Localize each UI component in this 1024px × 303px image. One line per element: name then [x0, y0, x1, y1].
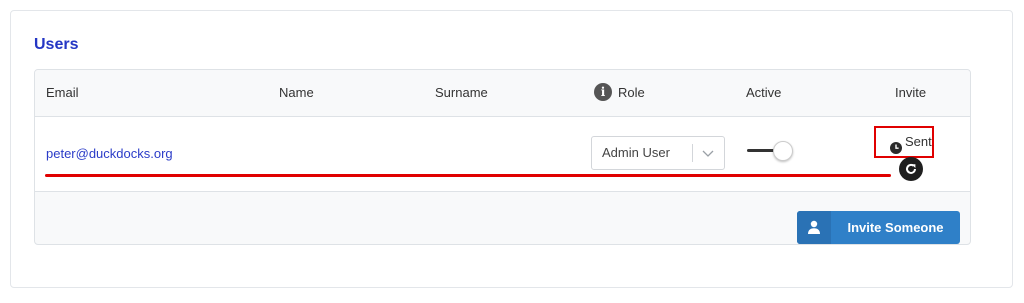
- header-invite: Invite: [895, 85, 927, 100]
- section-title: Users: [34, 36, 79, 53]
- header-email: Email: [46, 85, 79, 100]
- header-role: i Role: [594, 70, 645, 116]
- user-email-link[interactable]: peter@duckdocks.org: [46, 146, 173, 161]
- clock-icon: [890, 136, 902, 154]
- table-header: Email Name Surname i Role Active Invite: [35, 70, 970, 117]
- header-surname: Surname: [435, 85, 488, 100]
- user-icon: [797, 211, 831, 244]
- resend-invite-button[interactable]: [899, 157, 923, 181]
- chevron-down-icon: [700, 145, 716, 161]
- highlight-underline: [45, 174, 891, 177]
- header-role-label: Role: [618, 85, 645, 100]
- invite-status-highlight: Sent: [874, 126, 934, 158]
- table-row: peter@duckdocks.org Admin User Sent: [35, 117, 970, 192]
- toggle-knob: [773, 141, 793, 161]
- invite-status: Sent: [890, 128, 932, 156]
- invite-someone-label: Invite Someone: [847, 220, 944, 235]
- role-select-value: Admin User: [602, 145, 670, 160]
- role-select[interactable]: Admin User: [591, 136, 725, 170]
- users-table: Email Name Surname i Role Active Invite p…: [34, 69, 971, 245]
- select-divider: [692, 144, 693, 162]
- invite-someone-button[interactable]: Invite Someone: [797, 211, 960, 244]
- header-name: Name: [279, 85, 314, 100]
- active-toggle[interactable]: [747, 141, 797, 161]
- info-icon[interactable]: i: [594, 82, 612, 101]
- refresh-icon: [906, 163, 916, 174]
- header-active: Active: [746, 85, 782, 100]
- invite-status-label: Sent: [905, 134, 932, 149]
